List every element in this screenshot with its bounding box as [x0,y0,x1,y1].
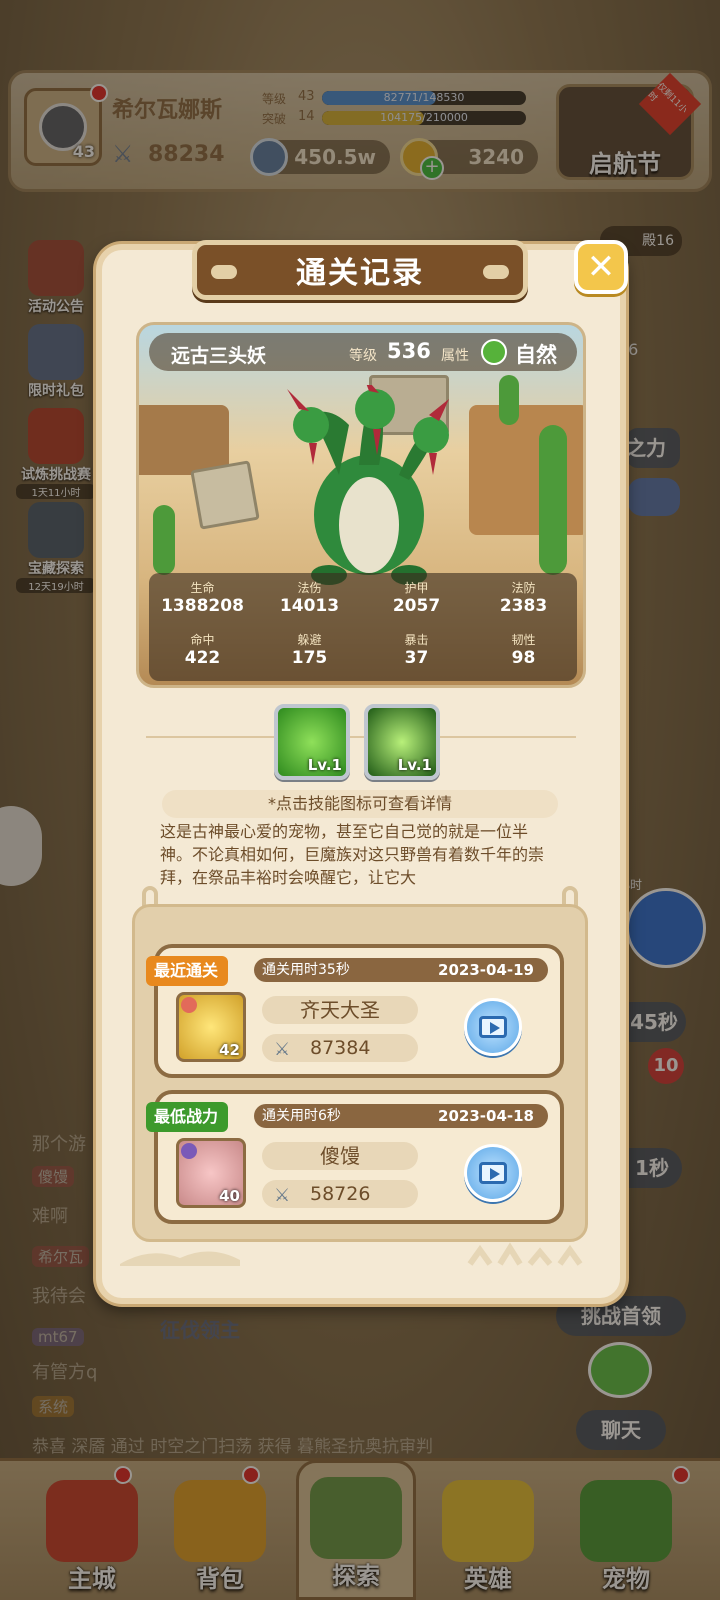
stat-label: 法伤 [297,581,322,595]
hero-level: 42 [219,1041,240,1059]
hero-portrait[interactable]: 42 [176,992,246,1062]
replay-button[interactable] [464,1144,522,1202]
hero-badge-icon [181,1143,197,1159]
stat-value: 14013 [279,596,340,616]
stat-hp: 生命 1388208 [149,579,256,616]
hydra-boss-image [287,385,449,585]
clear-time: 通关用时6秒 [262,1108,341,1124]
clear-date: 2023-04-18 [438,1107,534,1125]
ruin-block [190,460,260,530]
stat-label: 韧性 [511,633,536,647]
stat-value: 422 [184,648,221,668]
title-left-ornament [211,265,237,279]
boss-description: 这是古神最心爱的宠物，甚至它自己觉的就是一位半神。不论真相如何，巨魔族对这只野兽… [160,822,545,887]
battle-power: 58726 [310,1183,371,1205]
dialog-footer-decoration [120,1242,583,1266]
stat-label: 法防 [511,581,536,595]
skill-level: Lv.1 [307,756,342,774]
clear-time: 通关用时35秒 [262,962,350,978]
replay-button[interactable] [464,998,522,1056]
nature-leaf-icon [481,339,507,365]
skill-level: Lv.1 [397,756,432,774]
stat-label: 命中 [190,633,215,647]
dialog-title-text: 通关记录 [296,256,424,291]
boss-panel: 远古三头妖 等级 536 属性 自然 生命 1388208 法伤 14013 护… [136,322,586,688]
record-card-latest: 最近通关 通关用时35秒 2023-04-19 42 齐天大圣 ⚔ 87384 [146,944,564,1078]
stat-magic-damage: 法伤 14013 [256,579,363,616]
record-tag: 最低战力 [146,1102,229,1132]
rock [469,405,583,535]
close-button[interactable]: ✕ [574,240,628,294]
dialog-title: 通关记录 [192,240,528,300]
skill-tip: *点击技能图标可查看详情 [162,790,558,818]
boss-level-label: 等级 [349,348,377,364]
stat-toughness: 韧性 98 [470,631,577,668]
battle-power: 87384 [310,1037,371,1059]
hero-name: 齐天大圣 [262,996,418,1024]
stat-hit: 命中 422 [149,631,256,668]
hero-portrait[interactable]: 40 [176,1138,246,1208]
boss-info-header: 远古三头妖 等级 536 属性 自然 [149,333,577,371]
stat-label: 护甲 [404,581,429,595]
stat-label: 暴击 [404,633,429,647]
boss-attribute: 自然 [515,343,557,367]
sword-icon: ⚔ [274,1039,291,1060]
stat-label: 生命 [190,581,215,595]
title-right-ornament [483,265,509,279]
cactus [499,375,519,425]
cactus [539,425,567,575]
stat-value: 1388208 [161,596,244,616]
record-card-lowest-power: 最低战力 通关用时6秒 2023-04-18 40 傻馒 ⚔ 58726 [146,1090,564,1224]
stat-value: 98 [511,648,536,668]
skill-slash-icon[interactable]: Lv.1 [364,704,440,780]
rock [139,405,229,475]
cactus [153,505,175,575]
stat-value: 175 [291,648,328,668]
stat-armor: 护甲 2057 [363,579,470,616]
record-header: 通关用时6秒 2023-04-18 [254,1104,548,1128]
play-video-icon [479,1162,507,1184]
boss-level: 536 [387,339,431,363]
hero-badge-icon [181,997,197,1013]
hero-level: 40 [219,1187,240,1205]
boss-name: 远古三头妖 [171,345,267,367]
stat-value: 37 [404,648,429,668]
power-pill: ⚔ 87384 [262,1034,418,1062]
skill-poison-icon[interactable]: Lv.1 [274,704,350,780]
stat-dodge: 躲避 175 [256,631,363,668]
hero-name: 傻馒 [262,1142,418,1170]
power-pill: ⚔ 58726 [262,1180,418,1208]
stat-value: 2383 [499,596,548,616]
sword-icon: ⚔ [274,1185,291,1206]
record-tag: 最近通关 [146,956,229,986]
play-video-icon [479,1016,507,1038]
record-header: 通关用时35秒 2023-04-19 [254,958,548,982]
skill-divider [146,736,576,738]
boss-stats-grid: 生命 1388208 法伤 14013 护甲 2057 法防 2383 命中 4… [149,573,577,681]
stat-crit: 暴击 37 [363,631,470,668]
stat-label: 躲避 [297,633,322,647]
stat-value: 2057 [392,596,441,616]
clear-date: 2023-04-19 [438,961,534,979]
stat-magic-defense: 法防 2383 [470,579,577,616]
boss-attribute-label: 属性 [441,348,469,364]
